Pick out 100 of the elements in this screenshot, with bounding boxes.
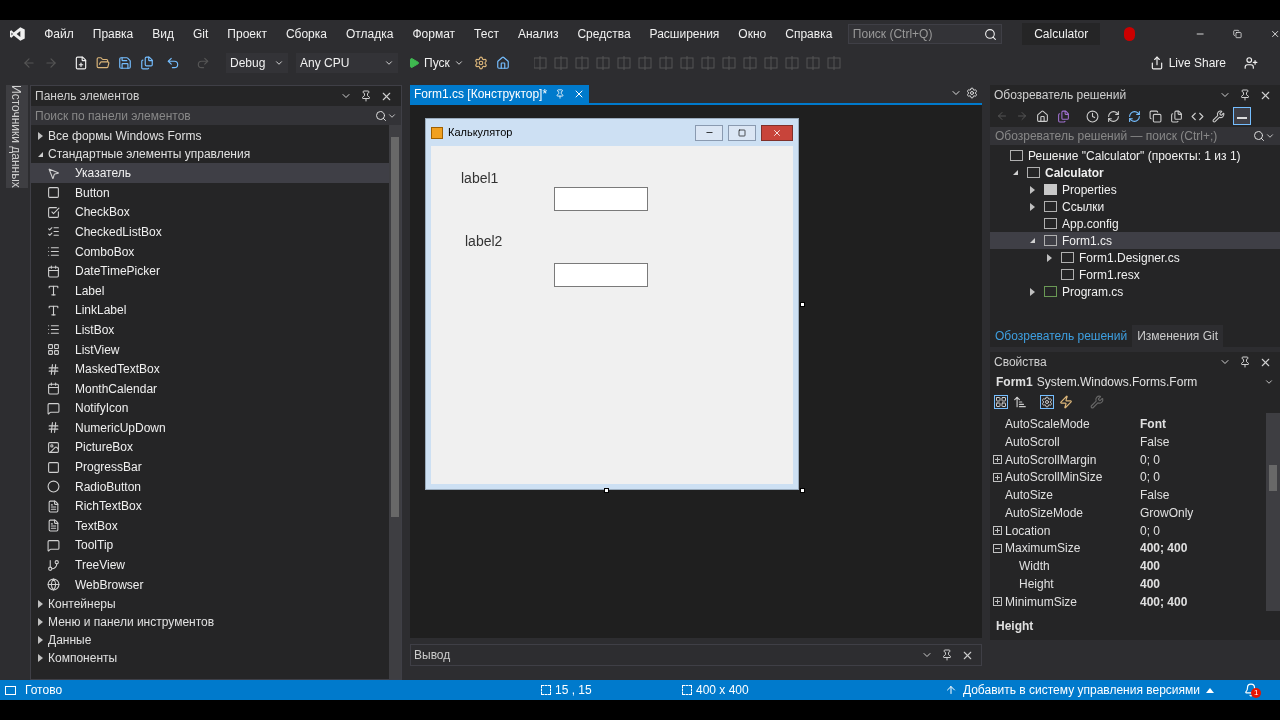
expand-arrow-icon[interactable] bbox=[1047, 253, 1052, 262]
expand-arrow-icon[interactable] bbox=[38, 151, 43, 157]
menu-item[interactable]: Справка bbox=[775, 25, 842, 43]
toolbox-item[interactable]: Label bbox=[31, 280, 389, 301]
property-value[interactable]: 400; 400 bbox=[1140, 539, 1188, 558]
toolbox-item[interactable]: Button bbox=[31, 182, 389, 203]
toolbox-item[interactable]: TreeView bbox=[31, 555, 389, 575]
expand-arrow-icon[interactable] bbox=[1030, 238, 1035, 243]
property-value[interactable]: 400; 400 bbox=[1140, 592, 1188, 611]
switch-views-icon[interactable] bbox=[1057, 109, 1070, 123]
property-value[interactable]: 0; 0 bbox=[1140, 521, 1160, 540]
menu-item[interactable]: Вид bbox=[142, 25, 184, 43]
property-value[interactable]: 400 bbox=[1140, 575, 1161, 594]
home-icon[interactable] bbox=[495, 56, 510, 70]
property-name[interactable]: Width bbox=[1004, 557, 1140, 576]
expand-arrow-icon[interactable] bbox=[1030, 185, 1035, 194]
document-tab[interactable]: Form1.cs [Конструктор]* bbox=[410, 85, 590, 103]
property-name[interactable]: MinimumSize bbox=[1004, 592, 1140, 611]
collapse-icon[interactable] bbox=[992, 543, 1002, 553]
side-tab[interactable]: Источники данных bbox=[6, 85, 28, 188]
property-name[interactable]: AutoSizeMode bbox=[1004, 503, 1140, 522]
toolbox-item[interactable]: ComboBox bbox=[31, 241, 389, 262]
toolbox-item[interactable]: CheckedListBox bbox=[31, 222, 389, 242]
resize-handle[interactable] bbox=[604, 488, 609, 493]
property-name[interactable]: AutoSize bbox=[1004, 486, 1140, 505]
form-text-field[interactable] bbox=[554, 263, 648, 287]
close-button[interactable] bbox=[761, 124, 793, 141]
expand-arrow-icon[interactable] bbox=[38, 132, 43, 141]
menu-item[interactable]: Отладка bbox=[336, 25, 403, 43]
property-value[interactable]: 0; 0 bbox=[1140, 450, 1160, 469]
save-icon[interactable] bbox=[118, 56, 132, 70]
toolbox-item[interactable]: ToolTip bbox=[31, 535, 389, 556]
settings-icon[interactable] bbox=[966, 87, 978, 99]
toolbox-item[interactable]: RadioButton bbox=[31, 476, 389, 497]
save-all-icon[interactable] bbox=[140, 56, 154, 70]
toolbox-item[interactable]: MaskedTextBox bbox=[31, 359, 389, 379]
tree-item[interactable]: Program.cs bbox=[990, 283, 1280, 300]
toolbox-group[interactable]: Данные bbox=[31, 630, 389, 649]
toolbox-item[interactable]: NotifyIcon bbox=[31, 398, 389, 419]
platform-dropdown[interactable]: Any CPU bbox=[296, 53, 398, 73]
toolbox-group[interactable]: Компоненты bbox=[31, 649, 389, 668]
toolbox-group[interactable]: Стандартные элементы управления bbox=[31, 145, 389, 164]
toolbox-item[interactable]: ListView bbox=[31, 339, 389, 360]
toolbox-item[interactable]: PictureBox bbox=[31, 437, 389, 458]
toolbox-group[interactable]: Контейнеры bbox=[31, 594, 389, 613]
form-window[interactable]: Калькулятор label1 label2 bbox=[425, 118, 799, 490]
property-name[interactable]: AutoScrollMinSize bbox=[1004, 468, 1140, 487]
events-icon[interactable] bbox=[1059, 395, 1073, 409]
expand-icon[interactable] bbox=[992, 472, 1002, 482]
toolbox-group[interactable]: Все формы Windows Forms bbox=[31, 127, 389, 146]
property-name[interactable]: AutoScroll bbox=[1004, 432, 1140, 451]
tree-item[interactable]: Ссылки bbox=[990, 198, 1280, 215]
tree-item[interactable]: Form1.Designer.cs bbox=[990, 249, 1280, 266]
toolbox-item[interactable]: DateTimePicker bbox=[31, 261, 389, 281]
restore-icon[interactable] bbox=[1232, 28, 1242, 40]
sync-icon[interactable] bbox=[1107, 109, 1120, 123]
menu-item[interactable]: Тест bbox=[464, 25, 509, 43]
scrollbar-thumb[interactable] bbox=[1269, 465, 1277, 491]
expand-arrow-icon[interactable] bbox=[1013, 170, 1018, 175]
expand-icon[interactable] bbox=[992, 597, 1002, 607]
live-share-button[interactable]: Live Share bbox=[1149, 54, 1226, 72]
show-all-files-icon[interactable] bbox=[1170, 109, 1183, 123]
pin-icon[interactable] bbox=[941, 649, 953, 661]
property-value[interactable]: GrowOnly bbox=[1140, 503, 1194, 522]
undo-icon[interactable] bbox=[166, 56, 180, 70]
toolbox-item[interactable]: WebBrowser bbox=[31, 574, 389, 595]
expand-arrow-icon[interactable] bbox=[38, 654, 43, 663]
new-file-icon[interactable] bbox=[74, 56, 88, 70]
solution-search-field[interactable]: Обозреватель решений — поиск (Ctrl+;) bbox=[990, 127, 1280, 145]
collapse-all-icon[interactable] bbox=[1149, 109, 1162, 123]
form-text-field[interactable] bbox=[554, 187, 648, 211]
expand-arrow-icon[interactable] bbox=[38, 617, 43, 626]
feedback-icon[interactable] bbox=[1244, 56, 1258, 70]
toolbox-search-field[interactable]: Поиск по панели элементов bbox=[31, 106, 401, 125]
tree-item[interactable]: Form1.resx bbox=[990, 266, 1280, 283]
tree-item[interactable]: Properties bbox=[990, 181, 1280, 198]
categorized-icon[interactable] bbox=[994, 395, 1008, 409]
toolbox-item[interactable]: RichTextBox bbox=[31, 496, 389, 517]
property-value[interactable]: 0; 0 bbox=[1140, 468, 1160, 487]
toolbox-item[interactable]: LinkLabel bbox=[31, 300, 389, 321]
resize-handle[interactable] bbox=[800, 302, 805, 307]
toolbox-item[interactable]: MonthCalendar bbox=[31, 378, 389, 399]
home-icon[interactable] bbox=[1036, 109, 1049, 123]
tree-item[interactable]: App.config bbox=[990, 215, 1280, 232]
refresh-icon[interactable] bbox=[1128, 109, 1141, 123]
app-logo-icon[interactable] bbox=[10, 25, 25, 43]
property-value[interactable]: False bbox=[1140, 486, 1170, 505]
expand-arrow-icon[interactable] bbox=[1030, 287, 1035, 296]
menu-item[interactable]: Анализ bbox=[508, 25, 568, 43]
property-name[interactable]: MaximumSize bbox=[1004, 539, 1140, 558]
property-name[interactable]: AutoScrollMargin bbox=[1004, 450, 1140, 469]
toolbox-item[interactable]: ProgressBar bbox=[31, 457, 389, 477]
panel-tab[interactable]: Обозреватель решений bbox=[990, 325, 1133, 347]
configuration-dropdown[interactable]: Debug bbox=[226, 53, 288, 73]
preview-icon[interactable] bbox=[1233, 107, 1251, 125]
form-label[interactable]: label1 bbox=[461, 168, 499, 189]
pin-icon[interactable] bbox=[360, 90, 372, 102]
menu-item[interactable]: Окно bbox=[728, 25, 776, 43]
property-name[interactable]: AutoScaleMode bbox=[1004, 414, 1140, 433]
resize-handle[interactable] bbox=[800, 488, 805, 493]
